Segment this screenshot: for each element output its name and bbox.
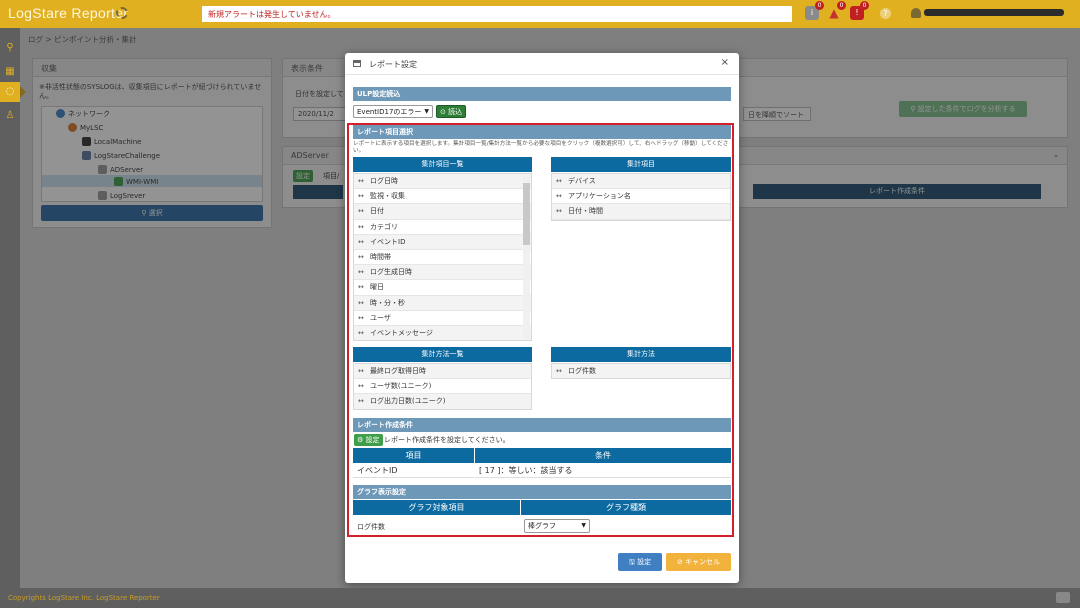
cond-cell-condition: [ 17 ]：等しい：該当する xyxy=(475,463,731,478)
error-badge-icon[interactable]: ! 0 xyxy=(850,1,869,20)
cancel-button[interactable]: ⊘ キャンセル xyxy=(666,553,731,571)
drag-arrow-icon: ↔ xyxy=(358,252,364,261)
drag-arrow-icon: ↔ xyxy=(358,207,364,216)
list-item[interactable]: ↔ ユーザ xyxy=(354,311,531,326)
save-button[interactable]: 🖫 設定 xyxy=(618,553,662,571)
top-header: LogStare Reporter 新規アラートは発生していません。 i0 ▲ 0… xyxy=(0,0,1080,28)
condition-settings-button[interactable]: ⚙ 設定 xyxy=(354,434,383,446)
chevron-down-icon: ▼ xyxy=(581,522,586,529)
list-item[interactable]: ↔ ログ生成日時 xyxy=(354,265,531,281)
search-icon[interactable]: ⚲ xyxy=(0,38,20,58)
list-item[interactable]: ↔ ログ件数 xyxy=(552,364,730,378)
copyright: Copyrights LogStare Inc. LogStare Report… xyxy=(8,594,160,602)
agg-items-list[interactable]: ↔ ログ日時 ↔ 監視・収集 ↔ 日付 ↔ カテゴリ ↔ イベントID ↔ 時間帯 ↔ ログ生… xyxy=(353,173,532,341)
error-badge-count: 0 xyxy=(860,1,869,10)
help-icon[interactable]: ? xyxy=(880,8,891,19)
close-icon[interactable]: × xyxy=(721,57,729,68)
user-icon[interactable]: ♙ xyxy=(0,106,20,126)
agg-method-list-header: 集計方法一覧 xyxy=(353,347,532,362)
agg-method-header: 集計方法 xyxy=(551,347,731,362)
drag-arrow-icon: ↔ xyxy=(556,207,562,216)
drag-arrow-icon: ↔ xyxy=(358,397,364,406)
report-item-description: レポートに表示する項目を選択します。集計項目一覧/集計方法一覧から必要な項目をク… xyxy=(353,141,729,154)
cond-header-item: 項目 xyxy=(353,448,474,463)
drag-arrow-icon: ↔ xyxy=(358,328,364,337)
info-badge-count: 0 xyxy=(815,1,824,10)
list-item[interactable]: ↔ デバイス xyxy=(552,174,730,190)
drag-arrow-icon: ↔ xyxy=(358,367,364,375)
list-item[interactable]: ↔ ユーザ数(ユニーク) xyxy=(354,379,531,395)
list-item[interactable]: ↔ イベントID xyxy=(354,234,531,250)
list-item[interactable]: ↔ ログ日時 xyxy=(354,174,531,190)
agg-items-scrollbar[interactable] xyxy=(523,175,530,339)
drag-arrow-icon: ↔ xyxy=(358,298,364,307)
warning-badge-count: 0 xyxy=(837,1,846,10)
modal-header: レポート設定 × xyxy=(345,53,739,75)
drag-arrow-icon: ↔ xyxy=(358,177,364,185)
cond-header-condition: 条件 xyxy=(475,448,731,463)
graph-section-bar: グラフ表示設定 xyxy=(353,485,731,499)
modal-title: レポート設定 xyxy=(369,60,417,69)
drag-arrow-icon: ↔ xyxy=(358,283,364,292)
ulp-section-bar: ULP設定読込 xyxy=(353,87,731,101)
list-item[interactable]: ↔ 曜日 xyxy=(354,280,531,296)
agg-items-list-header: 集計項目一覧 xyxy=(353,157,532,172)
agg-items-header: 集計項目 xyxy=(551,157,731,172)
scrollbar-thumb[interactable] xyxy=(523,183,530,245)
drag-arrow-icon: ↔ xyxy=(358,382,364,391)
footer-expand-icon[interactable] xyxy=(1056,592,1070,603)
load-button[interactable]: ⊙ 読込 xyxy=(436,105,467,118)
agg-method-selected-list[interactable]: ↔ ログ件数 xyxy=(551,363,731,379)
drag-arrow-icon: ↔ xyxy=(556,367,562,375)
page-footer: Copyrights LogStare Inc. LogStare Report… xyxy=(0,588,1080,608)
brand-logo[interactable]: LogStare Reporter xyxy=(8,5,128,21)
left-sidebar: ⚲ ▦ ◌ ♙ xyxy=(0,28,26,588)
ulp-select[interactable]: EventID17のエラー ▼ xyxy=(353,105,433,118)
condition-section-bar: レポート作成条件 xyxy=(353,418,731,432)
list-item[interactable]: ↔ カテゴリ xyxy=(354,220,531,235)
graph-item-cell: ログ件数 xyxy=(357,523,385,531)
agg-method-list[interactable]: ↔ 最終ログ取得日時 ↔ ユーザ数(ユニーク) ↔ ログ出力日数(ユニーク) xyxy=(353,363,532,410)
drag-arrow-icon: ↔ xyxy=(358,237,364,246)
warning-badge-icon[interactable]: ▲ 0 xyxy=(827,1,846,20)
report-icon[interactable]: ▦ xyxy=(0,62,20,82)
drag-arrow-icon: ↔ xyxy=(358,192,364,201)
chat-icon[interactable]: ◌ xyxy=(0,82,26,102)
graph-type-select[interactable]: 棒グラフ ▼ xyxy=(524,519,590,533)
user-icon[interactable] xyxy=(911,8,921,18)
list-item[interactable]: ↔ 日付・時間 xyxy=(552,204,730,220)
list-item[interactable]: ↔ イベントメッセージ xyxy=(354,325,531,340)
drag-arrow-icon: ↔ xyxy=(358,268,364,277)
window-icon xyxy=(353,60,361,67)
drag-arrow-icon: ↔ xyxy=(556,177,562,185)
condition-hint: レポート作成条件を設定してください。 xyxy=(384,436,510,444)
list-item[interactable]: ↔ 最終ログ取得日時 xyxy=(354,364,531,380)
drag-arrow-icon: ↔ xyxy=(556,192,562,201)
chevron-down-icon: ▼ xyxy=(424,108,429,115)
info-badge-icon[interactable]: i0 xyxy=(805,1,824,20)
user-name-redacted[interactable] xyxy=(924,9,1064,16)
list-item[interactable]: ↔ 監視・収集 xyxy=(354,189,531,205)
refresh-icon[interactable] xyxy=(116,7,128,19)
alert-message: 新規アラートは発生していません。 xyxy=(202,6,792,22)
drag-arrow-icon: ↔ xyxy=(358,313,364,322)
graph-header-item: グラフ対象項目 xyxy=(353,500,520,515)
graph-header-type: グラフ種類 xyxy=(521,500,731,515)
list-item[interactable]: ↔ 時・分・秒 xyxy=(354,295,531,311)
list-item[interactable]: ↔ 時間帯 xyxy=(354,250,531,266)
list-item[interactable]: ↔ アプリケーション名 xyxy=(552,189,730,205)
agg-items-selected-list[interactable]: ↔ デバイス ↔ アプリケーション名 ↔ 日付・時間 xyxy=(551,173,731,221)
drag-arrow-icon: ↔ xyxy=(358,222,364,231)
list-item[interactable]: ↔ ログ出力日数(ユニーク) xyxy=(354,394,531,409)
report-item-section-bar: レポート項目選択 xyxy=(353,125,731,139)
list-item[interactable]: ↔ 日付 xyxy=(354,204,531,220)
cond-cell-item: イベントID xyxy=(353,463,474,478)
